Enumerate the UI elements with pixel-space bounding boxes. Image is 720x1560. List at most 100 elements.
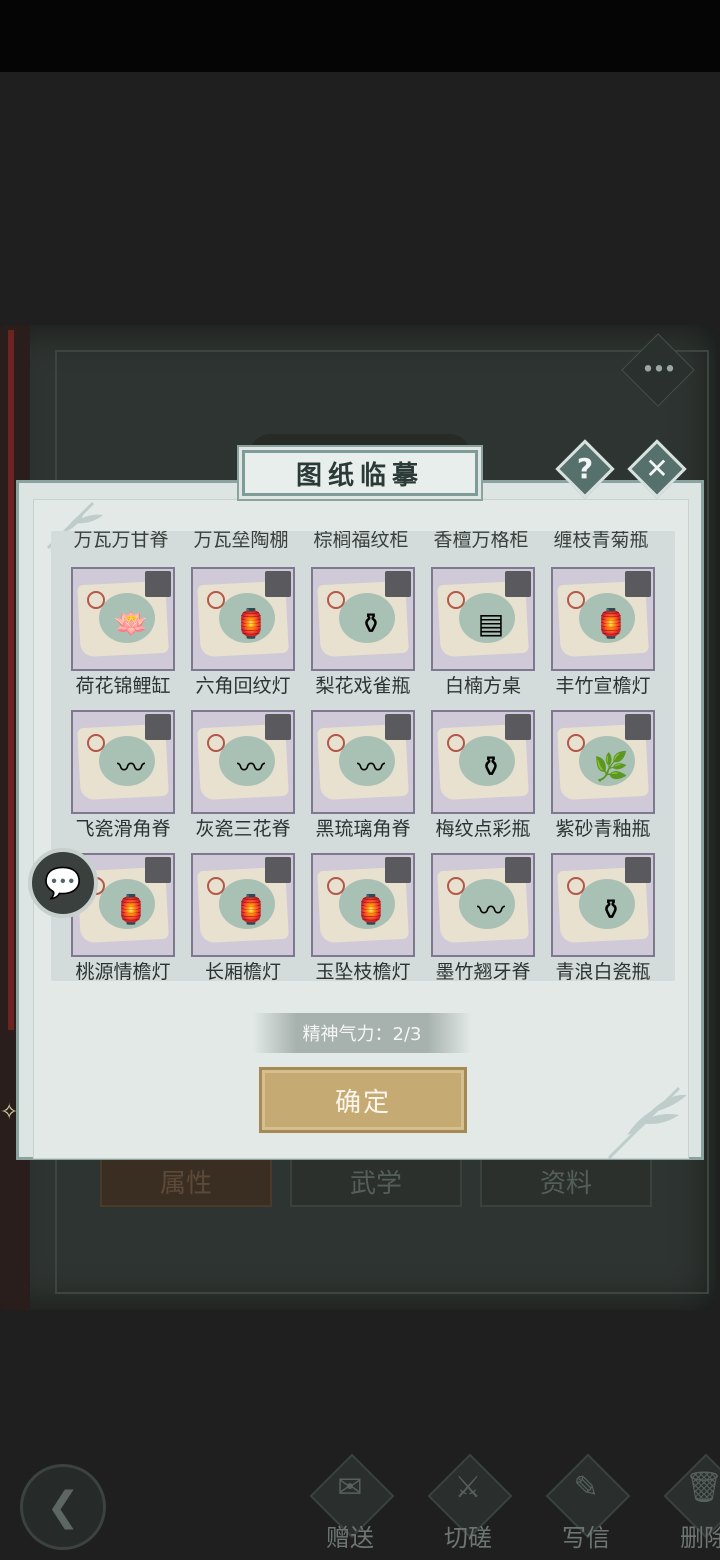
- write-letter-button[interactable]: ✎ 写信: [536, 1453, 638, 1556]
- checkbox-corner[interactable]: [265, 714, 291, 740]
- gift-label: 赠送: [326, 1524, 374, 1552]
- back-arrow-icon: ❮: [46, 1484, 80, 1530]
- item-name: 紫砂青釉瓶: [555, 818, 651, 840]
- blueprint-item[interactable]: 🪷 荷花锦鲤缸: [67, 567, 187, 702]
- blueprint-item[interactable]: 〰灰瓷三花脊: [187, 710, 307, 845]
- checkbox-corner[interactable]: [265, 857, 291, 883]
- checkbox-corner[interactable]: [385, 714, 411, 740]
- blueprint-copy-dialog: 万瓦万甘脊 万瓦垒陶棚 棕榈福纹柜 香檀万格柜 缠枝青菊瓶 🪷 荷花锦鲤缸 🏮 六角回…: [16, 439, 704, 1162]
- item-card[interactable]: ⚱: [311, 567, 415, 671]
- lotus-fish-jar-icon: 🪷: [113, 606, 149, 640]
- blueprint-item[interactable]: ⚱ 梨花戏雀瓶: [307, 567, 427, 702]
- seal-stamp-icon: [327, 734, 345, 752]
- blueprint-grid[interactable]: 万瓦万甘脊 万瓦垒陶棚 棕榈福纹柜 香檀万格柜 缠枝青菊瓶 🪷 荷花锦鲤缸 🏮 六角回…: [51, 531, 675, 981]
- gift-button[interactable]: ✉ 赠送: [300, 1453, 402, 1556]
- ridge-tile-icon: 〰: [476, 894, 505, 927]
- item-card[interactable]: 〰: [191, 710, 295, 814]
- checkbox-corner[interactable]: [145, 714, 171, 740]
- item-card[interactable]: 🏮: [551, 567, 655, 671]
- item-name: 飞瓷滑角脊: [75, 818, 171, 840]
- plum-vase-icon: ⚱: [479, 749, 503, 783]
- seal-stamp-icon: [327, 877, 345, 895]
- seal-stamp-icon: [567, 591, 585, 609]
- item-card[interactable]: 🪷: [71, 567, 175, 671]
- blueprint-item[interactable]: 🌿 紫砂青釉瓶: [547, 710, 667, 845]
- checkbox-corner[interactable]: [145, 857, 171, 883]
- ridge-tile-icon: 〰: [236, 751, 265, 784]
- seal-stamp-icon: [207, 734, 225, 752]
- seal-stamp-icon: [567, 877, 585, 895]
- item-card[interactable]: 〰: [311, 710, 415, 814]
- item-card[interactable]: 〰: [71, 710, 175, 814]
- item-card[interactable]: ▤: [431, 567, 535, 671]
- delete-button[interactable]: 🗑 删除: [654, 1453, 720, 1556]
- blueprint-item[interactable]: 〰墨竹翘牙脊: [427, 853, 547, 981]
- blueprint-item[interactable]: ▤ 白楠方桌: [427, 567, 547, 702]
- blueprint-item[interactable]: 🏮 玉坠枝檐灯: [307, 853, 427, 981]
- chat-button[interactable]: 💬: [28, 848, 98, 918]
- item-name: 墨竹翘牙脊: [435, 961, 531, 981]
- square-table-icon: ▤: [477, 606, 505, 640]
- close-icon: ✕: [645, 452, 669, 485]
- item-card[interactable]: 🏮: [191, 567, 295, 671]
- book-ribbon: [8, 330, 14, 1030]
- eave-lantern-icon: 🏮: [593, 606, 629, 640]
- tab-martial-arts[interactable]: 武学: [290, 1155, 462, 1207]
- item-name: 灰瓷三花脊: [195, 818, 291, 840]
- checkbox-corner[interactable]: [505, 714, 531, 740]
- checkbox-corner[interactable]: [265, 571, 291, 597]
- tab-attributes[interactable]: 属性: [100, 1155, 272, 1207]
- spar-label: 切磋: [444, 1524, 492, 1552]
- blueprint-item[interactable]: 🏮 长厢檐灯: [187, 853, 307, 981]
- item-name: 棕榈福纹柜: [313, 531, 409, 551]
- item-name: 梅纹点彩瓶: [435, 818, 531, 840]
- status-bar: [0, 0, 720, 72]
- checkbox-corner[interactable]: [145, 571, 171, 597]
- long-lantern-icon: 🏮: [233, 892, 269, 926]
- blueprint-item[interactable]: 🏮 六角回纹灯: [187, 567, 307, 702]
- item-card[interactable]: ⚱: [551, 853, 655, 957]
- spar-button[interactable]: ⚔ 切磋: [418, 1453, 520, 1556]
- item-name: 万瓦垒陶棚: [193, 531, 289, 551]
- letter-icon: ✎: [573, 1470, 599, 1505]
- item-card[interactable]: ⚱: [431, 710, 535, 814]
- plant-vase-icon: 🌿: [593, 749, 629, 783]
- delete-label: 删除: [680, 1524, 720, 1552]
- checkbox-corner[interactable]: [385, 571, 411, 597]
- checkbox-corner[interactable]: [385, 857, 411, 883]
- seal-stamp-icon: [327, 591, 345, 609]
- blueprint-item[interactable]: ⚱ 青浪白瓷瓶: [547, 853, 667, 981]
- dialog-frame: 万瓦万甘脊 万瓦垒陶棚 棕榈福纹柜 香檀万格柜 缠枝青菊瓶 🪷 荷花锦鲤缸 🏮 六角回…: [16, 480, 704, 1160]
- checkbox-corner[interactable]: [625, 857, 651, 883]
- question-icon: ?: [576, 452, 594, 485]
- checkbox-corner[interactable]: [625, 714, 651, 740]
- checkbox-corner[interactable]: [505, 571, 531, 597]
- scroll-gift-icon: ✉: [337, 1470, 363, 1505]
- blueprint-item[interactable]: 〰飞瓷滑角脊: [67, 710, 187, 845]
- dialog-title: 图纸临摹: [295, 460, 424, 491]
- back-button[interactable]: ❮: [20, 1464, 106, 1550]
- confirm-button[interactable]: 确定: [259, 1067, 467, 1133]
- dialog-title-plate: 图纸临摹: [242, 450, 478, 496]
- blueprint-item[interactable]: ⚱ 梅纹点彩瓶: [427, 710, 547, 845]
- item-card[interactable]: 〰: [431, 853, 535, 957]
- item-name: 丰竹宣檐灯: [555, 675, 651, 697]
- checkbox-corner[interactable]: [625, 571, 651, 597]
- blueprint-item[interactable]: 🏮 丰竹宣檐灯: [547, 567, 667, 702]
- item-card[interactable]: 🏮: [191, 853, 295, 957]
- item-card[interactable]: 🌿: [551, 710, 655, 814]
- porcelain-vase-icon: ⚱: [599, 892, 623, 926]
- item-name: 缠枝青菊瓶: [553, 531, 649, 551]
- more-icon: •••: [641, 357, 675, 383]
- item-card[interactable]: 🏮: [311, 853, 415, 957]
- pear-blossom-vase-icon: ⚱: [359, 606, 383, 640]
- item-name: 白楠方桌: [444, 675, 521, 697]
- item-name: 万瓦万甘脊: [73, 531, 169, 551]
- checkbox-corner[interactable]: [505, 857, 531, 883]
- item-name: 长厢檐灯: [204, 961, 281, 981]
- swords-icon: ⚔: [454, 1470, 482, 1505]
- write-letter-label: 写信: [562, 1524, 610, 1552]
- blueprint-item[interactable]: 〰黑琉璃角脊: [307, 710, 427, 845]
- hexagon-lantern-icon: 🏮: [233, 606, 269, 640]
- spirit-energy-label: 精神气力：2/3: [253, 1013, 471, 1053]
